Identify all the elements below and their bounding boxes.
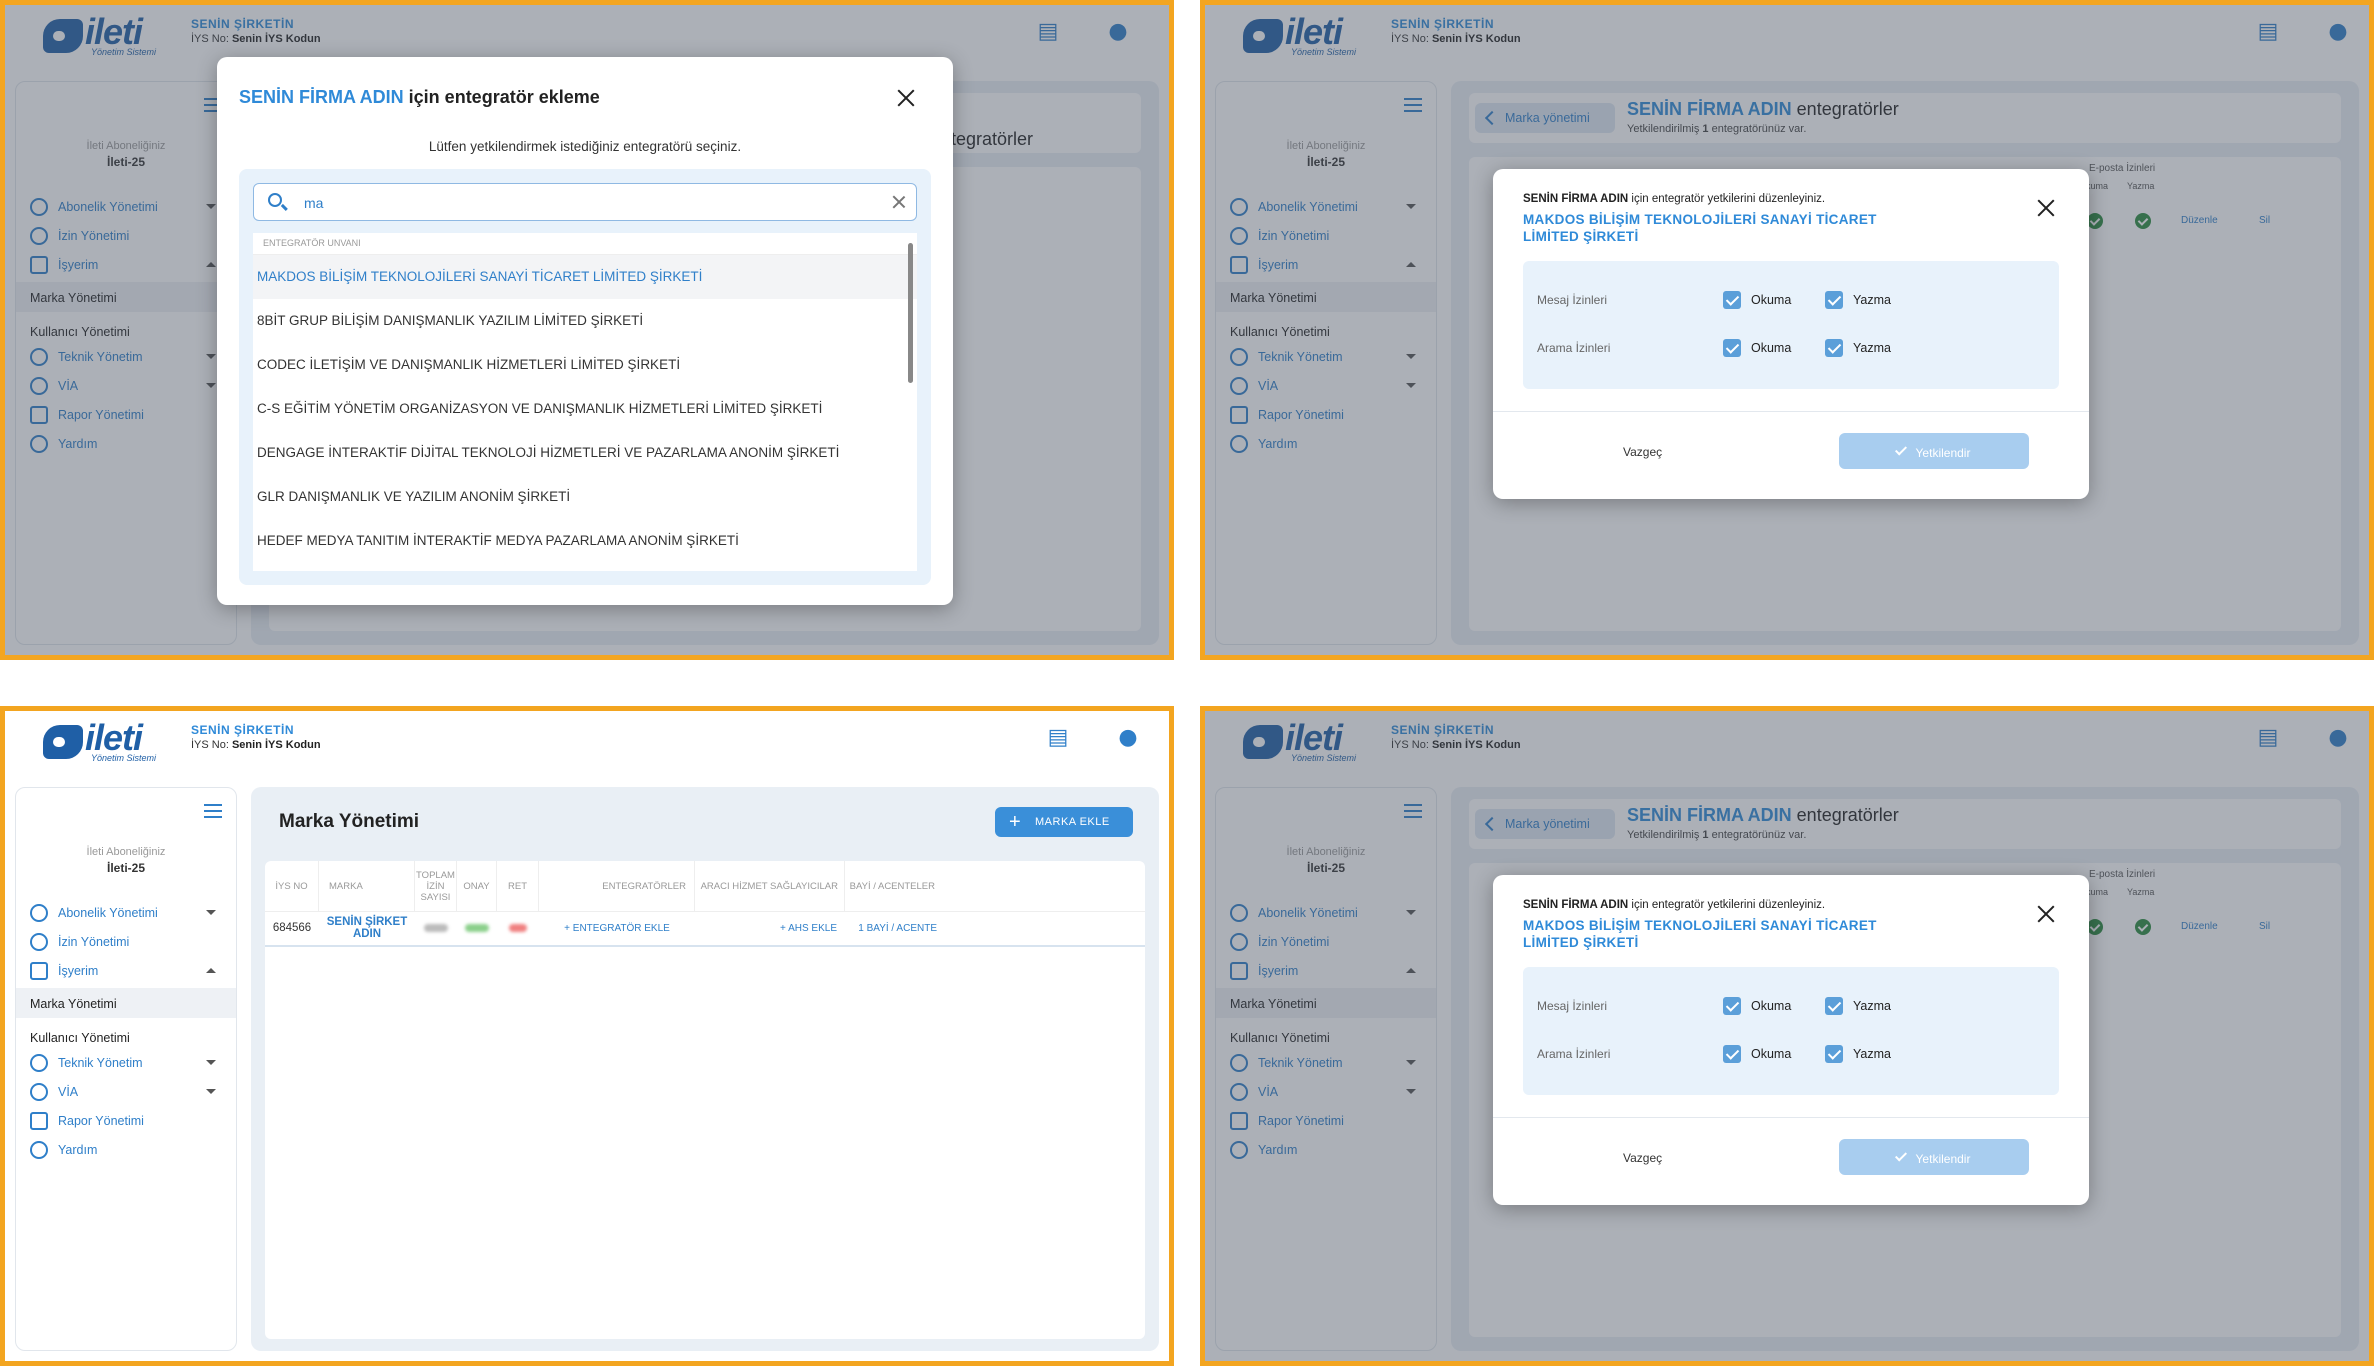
move-icon <box>30 1054 48 1072</box>
brand-table: İYS NO MARKA TOPLAM İZİN SAYISI ONAY RET… <box>265 861 1145 1339</box>
check-circle-icon <box>30 1083 48 1101</box>
add-integrator-modal: SENİN FİRMA ADIN için entegratör ekleme … <box>217 57 953 605</box>
panel-edit-permissions-2: ileti Yönetim Sistemi SENİN ŞİRKETİN İYS N… <box>1200 706 2374 1366</box>
permission-modal: SENİN FİRMA ADIN için entegratör yetkile… <box>1493 169 2089 499</box>
modal-intro: SENİN FİRMA ADIN için entegratör yetkile… <box>1523 899 1826 911</box>
company-info: SENİN ŞİRKETİN İYS No: Senin İYS Kodun <box>191 723 321 751</box>
call-read-checkbox[interactable] <box>1723 339 1741 357</box>
integrator-name: MAKDOS BİLİŞİM TEKNOLOJİLERİ SANAYİ TİCA… <box>1523 212 1877 244</box>
cell-approve-blurred <box>457 911 497 945</box>
close-icon[interactable] <box>2035 903 2057 925</box>
sidebar-item-marka[interactable]: Marka Yönetimi <box>16 988 236 1018</box>
add-ahs-link[interactable]: + AHS EKLE <box>695 911 845 945</box>
search-input[interactable] <box>304 192 864 214</box>
col-header: MARKA <box>319 861 415 911</box>
list-header: ENTEGRATÖR UNVANI <box>253 233 917 255</box>
call-permissions-row: Arama İzinleri Okuma Yazma <box>1537 1045 1891 1063</box>
user-icon[interactable]: ● <box>1115 725 1141 751</box>
panel-brand-management: ileti Yönetim Sistemi SENİN ŞİRKETİN İYS N… <box>0 706 1174 1366</box>
permissions-box: Mesaj İzinleri Okuma Yazma Arama İzinler… <box>1523 967 2059 1095</box>
col-header: RET <box>497 861 539 911</box>
menu-icon[interactable] <box>204 804 222 818</box>
list-item[interactable]: HEDEF MEDYA TANITIM İNTERAKTİF MEDYA PAZ… <box>253 519 917 563</box>
col-header: BAYİ / ACENTELER <box>849 880 935 892</box>
add-brand-button[interactable]: MARKA EKLE <box>995 807 1133 837</box>
clear-icon[interactable] <box>890 193 908 211</box>
permissions-box: Mesaj İzinleri Okuma Yazma Arama İzinler… <box>1523 261 2059 389</box>
col-header: ONAY <box>457 861 497 911</box>
calendar-icon <box>30 1112 48 1130</box>
call-write-checkbox[interactable] <box>1825 1045 1843 1063</box>
sidebar-item-isyerim[interactable]: İşyerim <box>16 956 236 986</box>
message-permissions-row: Mesaj İzinleri Okuma Yazma <box>1537 997 1891 1015</box>
message-permissions-row: Mesaj İzinleri Okuma Yazma <box>1537 291 1891 309</box>
panel-edit-permissions: ileti Yönetim Sistemi SENİN ŞİRKETİN İYS N… <box>1200 0 2374 660</box>
sidebar-item-yardim[interactable]: Yardım <box>16 1135 236 1165</box>
help-icon <box>30 1141 48 1159</box>
cancel-button[interactable]: Vazgeç <box>1623 1151 1662 1165</box>
col-header: ARACI HİZMET SAĞLAYICILAR <box>695 861 845 911</box>
modal-intro: SENİN FİRMA ADIN için entegratör yetkile… <box>1523 193 1826 205</box>
search-field[interactable] <box>253 183 917 221</box>
sidebar: İleti Aboneliğiniz İleti-25 Abonelik Yön… <box>15 787 237 1351</box>
message-read-checkbox[interactable] <box>1723 291 1741 309</box>
document-icon[interactable]: ▤ <box>1045 725 1071 751</box>
close-icon[interactable] <box>2035 197 2057 219</box>
modal-description: Lütfen yetkilendirmek istediğiniz entegr… <box>428 139 742 154</box>
list-item[interactable]: 8BİT GRUP BİLİŞİM DANIŞMANLIK YAZILIM Lİ… <box>253 299 917 343</box>
scrollbar[interactable] <box>908 243 913 383</box>
list-item[interactable]: DENGAGE İNTERAKTİF DİJİTAL TEKNOLOJİ HİZ… <box>253 431 917 475</box>
message-write-checkbox[interactable] <box>1825 291 1843 309</box>
authorize-button[interactable]: Yetkilendir <box>1839 433 2029 469</box>
sidebar-item-rapor[interactable]: Rapor Yönetimi <box>16 1106 236 1136</box>
list-item[interactable]: CODEC İLETİŞİM VE DANIŞMANLIK HİZMETLERİ… <box>253 343 917 387</box>
cell-iys-no: 684566 <box>272 922 312 934</box>
sidebar-item-abonelik[interactable]: Abonelik Yönetimi <box>16 898 236 928</box>
panel-add-integrator: ileti Yönetim Sistemi SENİN ŞİRKETİN İYS N… <box>0 0 1174 660</box>
permission-modal: SENİN FİRMA ADIN için entegratör yetkile… <box>1493 875 2089 1205</box>
col-header: TOPLAM İZİN SAYISI <box>415 861 457 911</box>
sidebar-item-via[interactable]: VİA <box>16 1077 236 1107</box>
app-header: ileti Yönetim Sistemi SENİN ŞİRKETİN İYS N… <box>5 711 1169 775</box>
call-permissions-row: Arama İzinleri Okuma Yazma <box>1537 339 1891 357</box>
col-header: İYS NO <box>265 861 319 911</box>
list-item[interactable]: GLR DANIŞMANLIK VE YAZILIM ANONİM ŞİRKET… <box>253 475 917 519</box>
check-icon <box>1894 443 1907 456</box>
dashboard-icon <box>30 904 48 922</box>
list-item[interactable]: C-S EĞİTİM YÖNETİM ORGANİZASYON VE DANIŞ… <box>253 387 917 431</box>
cancel-button[interactable]: Vazgeç <box>1623 445 1662 459</box>
ileti-logo[interactable]: ileti Yönetim Sistemi <box>43 717 163 765</box>
briefcase-icon <box>30 962 48 980</box>
call-read-checkbox[interactable] <box>1723 1045 1741 1063</box>
cell-reject-blurred <box>497 911 539 945</box>
list-item[interactable]: MAKDOS BİLİŞİM TEKNOLOJİLERİ SANAYİ TİCA… <box>253 255 917 299</box>
dealers-link[interactable]: 1 BAYİ / ACENTE <box>845 911 941 945</box>
call-write-checkbox[interactable] <box>1825 339 1843 357</box>
toggle-icon <box>30 933 48 951</box>
check-icon <box>1894 1149 1907 1162</box>
page-title: Marka Yönetimi <box>279 811 420 832</box>
cell-total-blurred <box>415 911 457 945</box>
add-integrator-link[interactable]: + ENTEGRATÖR EKLE <box>539 911 695 945</box>
close-icon[interactable] <box>895 87 917 109</box>
integrator-list[interactable]: ENTEGRATÖR UNVANI MAKDOS BİLİŞİM TEKNOLO… <box>253 233 917 571</box>
sidebar-item-teknik[interactable]: Teknik Yönetim <box>16 1048 236 1078</box>
search-icon <box>268 193 282 207</box>
integrator-name: MAKDOS BİLİŞİM TEKNOLOJİLERİ SANAYİ TİCA… <box>1523 918 1877 950</box>
main-content: Marka Yönetimi MARKA EKLE İYS NO MARKA T… <box>251 787 1159 1351</box>
message-read-checkbox[interactable] <box>1723 997 1741 1015</box>
cell-brand-link[interactable]: SENİN ŞİRKET ADIN <box>319 911 415 945</box>
col-header: ENTEGRATÖRLER <box>539 861 695 911</box>
modal-title: SENİN FİRMA ADIN için entegratör ekleme <box>239 87 600 107</box>
message-write-checkbox[interactable] <box>1825 997 1843 1015</box>
authorize-button[interactable]: Yetkilendir <box>1839 1139 2029 1175</box>
sidebar-item-izin[interactable]: İzin Yönetimi <box>16 927 236 957</box>
